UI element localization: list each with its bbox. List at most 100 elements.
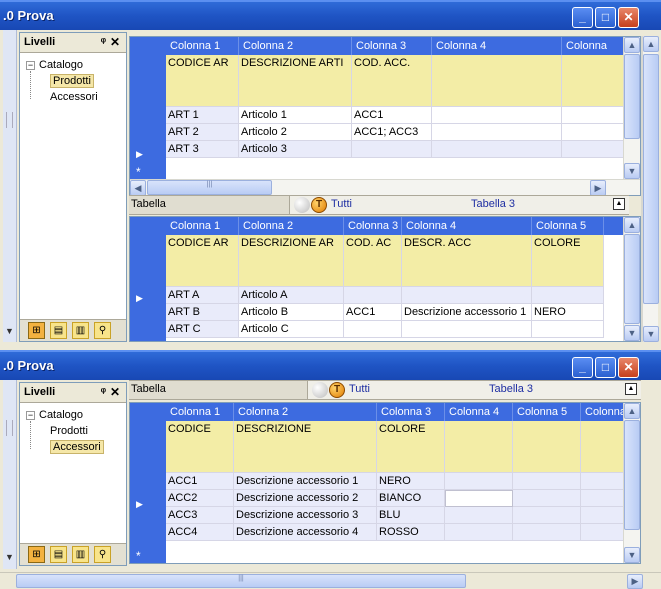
column-header[interactable]: Colonna xyxy=(562,37,624,55)
grid-vertical-scrollbar[interactable]: ▲ ▼ xyxy=(623,37,640,179)
dropdown-icon[interactable]: ▲ xyxy=(613,198,625,210)
filter-off-icon[interactable] xyxy=(312,382,328,398)
minimize-icon[interactable]: _ xyxy=(572,357,593,378)
grid-cell[interactable]: Articolo 3 xyxy=(239,141,352,158)
collapse-icon[interactable]: − xyxy=(26,410,35,420)
minimize-icon[interactable]: _ xyxy=(572,7,593,28)
column-header[interactable]: Colonna 1 xyxy=(166,37,239,55)
grid-cell[interactable]: COLORE xyxy=(532,235,604,287)
maximize-icon[interactable]: □ xyxy=(595,357,616,378)
tree-view-icon[interactable]: ⊞ xyxy=(28,546,45,563)
grid-cell[interactable] xyxy=(513,421,581,473)
grid-cell[interactable]: ART 2 xyxy=(166,124,239,141)
close-icon[interactable]: ✕ xyxy=(618,357,639,378)
scroll-down-icon[interactable]: ▼ xyxy=(5,552,15,562)
scroll-down-icon[interactable]: ▼ xyxy=(624,163,640,179)
filter-all-link[interactable]: Tutti xyxy=(331,198,352,210)
grid-cell[interactable] xyxy=(432,141,562,158)
scroll-down-icon[interactable]: ▼ xyxy=(624,547,640,563)
grid-cell[interactable] xyxy=(352,141,432,158)
grid-cell[interactable] xyxy=(344,287,402,304)
scroll-thumb[interactable] xyxy=(643,54,659,304)
grid-cell[interactable]: ACC3 xyxy=(166,507,234,524)
grid-cell[interactable] xyxy=(562,55,624,107)
grid-cell[interactable]: ACC4 xyxy=(166,524,234,541)
scroll-down-icon[interactable]: ▼ xyxy=(5,326,15,336)
grid-cell[interactable] xyxy=(562,107,624,124)
export-icon[interactable]: ▥ xyxy=(72,546,89,563)
column-header[interactable]: Colonna 4 xyxy=(432,37,562,55)
grid-cell[interactable] xyxy=(432,55,562,107)
workspace-horizontal-scrollbar[interactable]: ||| ▶ xyxy=(0,572,661,589)
grid-horizontal-scrollbar[interactable]: ◀ ||| ▶ xyxy=(130,179,640,195)
grid-cell[interactable]: Descrizione accessorio 1 xyxy=(402,304,532,321)
scroll-thumb[interactable]: ||| xyxy=(16,574,466,588)
grid-cell[interactable] xyxy=(581,473,625,490)
column-header[interactable]: Colonna 4 xyxy=(445,403,513,421)
grid-cell[interactable]: Articolo B xyxy=(239,304,344,321)
grid-vertical-scrollbar[interactable]: ▲ ▼ xyxy=(623,217,640,341)
column-header[interactable]: Colonna 2 xyxy=(239,217,344,235)
scroll-thumb[interactable] xyxy=(624,420,640,530)
column-header[interactable]: Colonna 3 xyxy=(377,403,445,421)
grid-cell[interactable] xyxy=(581,507,625,524)
tree-node-accessori[interactable]: Accessori xyxy=(26,89,120,105)
grid-cell[interactable] xyxy=(445,524,513,541)
grid-cell[interactable] xyxy=(581,490,625,507)
grid-cell[interactable]: ART 1 xyxy=(166,107,239,124)
grid-cell[interactable]: ART B xyxy=(166,304,239,321)
grid-cell[interactable]: Articolo C xyxy=(239,321,344,338)
grid-cell[interactable] xyxy=(513,507,581,524)
grid-cell[interactable] xyxy=(532,287,604,304)
grid-cell[interactable]: ROSSO xyxy=(377,524,445,541)
collapse-icon[interactable]: − xyxy=(26,60,35,70)
grid-cell[interactable] xyxy=(581,524,625,541)
tree-node-catalogo[interactable]: − Catalogo xyxy=(26,407,120,423)
grid-cell[interactable]: DESCRIZIONE AR xyxy=(239,235,344,287)
column-header[interactable]: Colonna 2 xyxy=(239,37,352,55)
column-header[interactable]: Colonna 3 xyxy=(344,217,402,235)
column-header[interactable]: Colonna 5 xyxy=(513,403,581,421)
grid-cell[interactable]: NERO xyxy=(532,304,604,321)
dock-side-bar[interactable] xyxy=(3,30,17,342)
grid-cell[interactable]: NERO xyxy=(377,473,445,490)
grid-cell[interactable] xyxy=(513,473,581,490)
grid-cell[interactable]: ART A xyxy=(166,287,239,304)
row-selector[interactable]: ▶ * xyxy=(130,421,166,563)
dock-side-bar[interactable] xyxy=(3,380,17,569)
tree-node-prodotti[interactable]: Prodotti xyxy=(26,73,120,89)
scroll-right-icon[interactable]: ▶ xyxy=(590,180,606,195)
scroll-thumb[interactable] xyxy=(624,54,640,139)
grid-cell[interactable]: CODICE AR xyxy=(166,235,239,287)
scroll-right-icon[interactable]: ▶ xyxy=(627,574,643,589)
column-header[interactable]: Colonna 4 xyxy=(402,217,532,235)
column-header[interactable]: Colonna 1 xyxy=(166,217,239,235)
scroll-up-icon[interactable]: ▲ xyxy=(624,403,640,419)
dropdown-icon[interactable]: ▲ xyxy=(625,383,637,395)
tree-node-prodotti[interactable]: Prodotti xyxy=(26,423,120,439)
grid-cell[interactable]: ART C xyxy=(166,321,239,338)
scroll-down-icon[interactable]: ▼ xyxy=(624,325,640,341)
grid-cell[interactable]: COD. ACC. xyxy=(352,55,432,107)
scroll-left-icon[interactable]: ◀ xyxy=(130,180,146,195)
grid-cell[interactable]: DESCRIZIONE ARTI xyxy=(239,55,352,107)
pin-icon[interactable]: ᵠ xyxy=(101,386,106,398)
scroll-up-icon[interactable]: ▲ xyxy=(624,217,640,233)
scroll-thumb[interactable]: ||| xyxy=(147,180,272,195)
search-icon[interactable]: ⚲ xyxy=(94,322,111,339)
title-bar[interactable]: .0 Prova _ □ ✕ xyxy=(0,350,661,380)
close-icon[interactable]: ✕ xyxy=(110,385,120,399)
tree-node-accessori[interactable]: Accessori xyxy=(26,439,120,455)
tree-node-catalogo[interactable]: − Catalogo xyxy=(26,57,120,73)
search-icon[interactable]: ⚲ xyxy=(94,546,111,563)
grid-cell[interactable]: ACC1 xyxy=(352,107,432,124)
grid-cell[interactable]: ART 3 xyxy=(166,141,239,158)
scroll-thumb[interactable] xyxy=(624,234,640,324)
tree-view-icon[interactable]: ⊞ xyxy=(28,322,45,339)
filter-all-link[interactable]: Tutti xyxy=(349,383,370,395)
grid-cell[interactable] xyxy=(432,124,562,141)
grid-cell[interactable]: DESCRIZIONE xyxy=(234,421,377,473)
grid-cell[interactable]: COLORE xyxy=(377,421,445,473)
filter-off-icon[interactable] xyxy=(294,197,310,213)
grid-cell[interactable]: Articolo A xyxy=(239,287,344,304)
